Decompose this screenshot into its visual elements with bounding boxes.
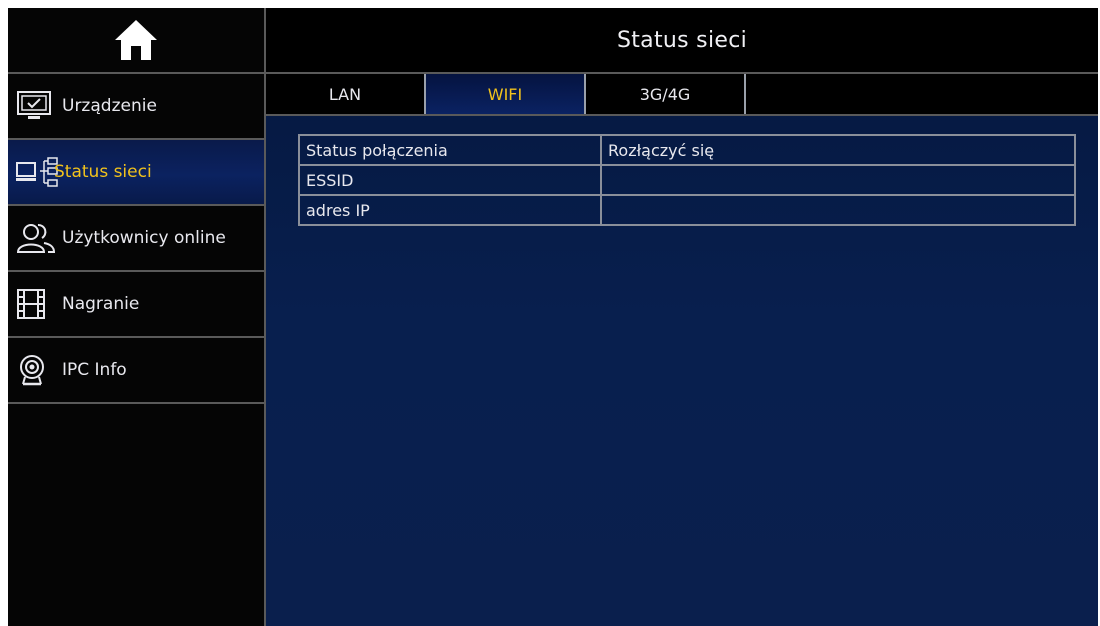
- tab-lan[interactable]: LAN: [266, 74, 426, 114]
- app-frame: Urządzenie Status sieci Użytkownicy onli…: [8, 8, 1098, 626]
- tab-3g4g[interactable]: 3G/4G: [586, 74, 746, 114]
- monitor-icon: [16, 90, 62, 122]
- sidebar-item-ipc-info[interactable]: IPC Info: [8, 338, 264, 404]
- sidebar-item-status-sieci[interactable]: Status sieci: [8, 140, 264, 206]
- sidebar-item-label: Nagranie: [62, 294, 140, 314]
- users-icon: [16, 222, 62, 254]
- row-value: [600, 164, 1076, 196]
- page-title: Status sieci: [266, 8, 1098, 74]
- tab-wifi[interactable]: WIFI: [426, 74, 586, 114]
- sidebar: Urządzenie Status sieci Użytkownicy onli…: [8, 8, 266, 626]
- sidebar-item-label: Użytkownicy online: [62, 228, 226, 248]
- sidebar-item-nagranie[interactable]: Nagranie: [8, 272, 264, 338]
- sidebar-item-label: Urządzenie: [62, 96, 157, 116]
- row-value: Rozłączyć się: [600, 134, 1076, 166]
- main-panel: Status sieci LAN WIFI 3G/4G Status połąc…: [266, 8, 1098, 626]
- row-value: [600, 194, 1076, 226]
- status-table: Status połączenia Rozłączyć się ESSID ad…: [298, 134, 1076, 226]
- film-icon: [16, 288, 62, 320]
- table-row: Status połączenia Rozłączyć się: [298, 134, 1076, 166]
- sidebar-item-label: IPC Info: [62, 360, 127, 380]
- home-button[interactable]: [8, 8, 264, 74]
- table-row: ESSID: [298, 164, 1076, 196]
- row-label: adres IP: [298, 194, 602, 226]
- home-icon: [115, 20, 157, 60]
- sidebar-item-uzytkownicy-online[interactable]: Użytkownicy online: [8, 206, 264, 272]
- sidebar-item-urzadzenie[interactable]: Urządzenie: [8, 74, 264, 140]
- table-row: adres IP: [298, 194, 1076, 226]
- row-label: ESSID: [298, 164, 602, 196]
- sidebar-item-label: Status sieci: [54, 162, 152, 182]
- row-label: Status połączenia: [298, 134, 602, 166]
- camera-icon: [16, 354, 62, 386]
- tab-bar: LAN WIFI 3G/4G: [266, 74, 1098, 116]
